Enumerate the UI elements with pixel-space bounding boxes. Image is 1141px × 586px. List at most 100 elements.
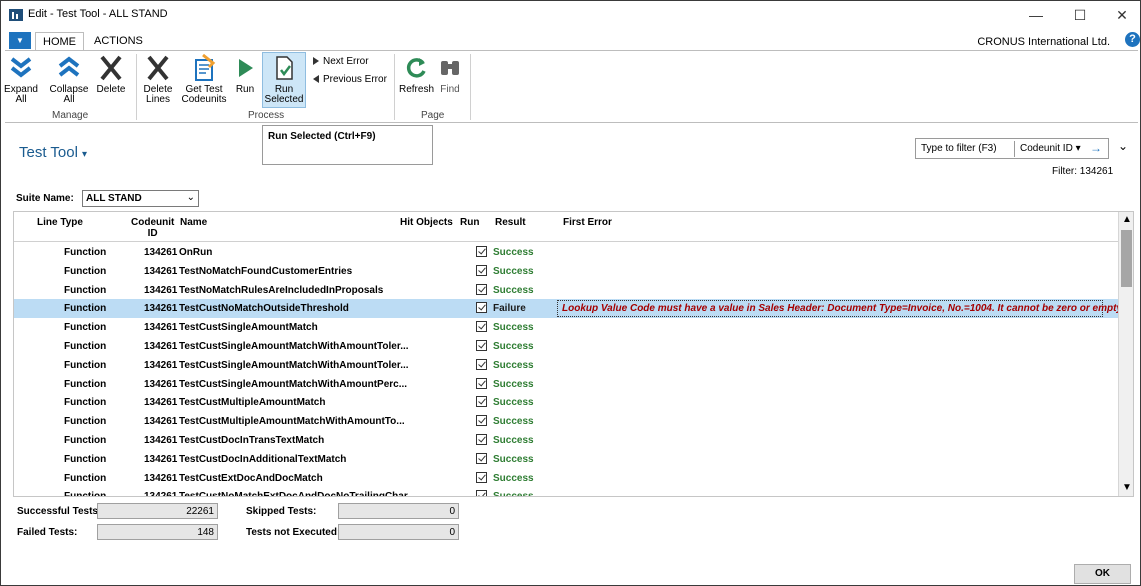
- table-row[interactable]: Function 134261 TestCustNoMatchOutsideThre…: [14, 299, 1124, 319]
- table-row[interactable]: Function 134261 TestCustSingleAmountMatchW…: [14, 356, 1118, 375]
- scroll-up-icon[interactable]: ▲: [1122, 214, 1132, 225]
- run-checkbox[interactable]: [476, 452, 487, 464]
- run-checkbox[interactable]: [476, 490, 487, 496]
- run-checkbox[interactable]: [476, 415, 487, 427]
- test-lines-grid: Line Type Codeunit ID Name Hit Objects R…: [13, 211, 1134, 497]
- result-cell: Success: [493, 378, 534, 390]
- result-cell: Success: [493, 453, 534, 465]
- get-test-codeunits-button[interactable]: Get Test Codeunits: [179, 53, 229, 105]
- delete-lines-label: Delete Lines: [143, 84, 173, 105]
- col-name[interactable]: Name: [180, 217, 207, 228]
- find-button[interactable]: Find: [437, 53, 463, 95]
- run-checkbox[interactable]: [476, 340, 487, 351]
- codeunit-id-cell: 134261: [144, 397, 178, 409]
- help-icon[interactable]: ?: [1125, 32, 1140, 47]
- line-type-cell: Function: [64, 472, 107, 484]
- collapse-all-button[interactable]: Collapse All: [49, 53, 89, 105]
- maximize-button[interactable]: ☐: [1065, 5, 1095, 25]
- run-label: Run: [235, 84, 255, 95]
- delete-icon: [100, 55, 122, 81]
- run-button[interactable]: Run: [231, 53, 259, 95]
- get-test-codeunits-label: Get Test Codeunits: [181, 84, 227, 105]
- filter-field-select[interactable]: Codeunit ID ▾: [1020, 143, 1081, 154]
- company-name: CRONUS International Ltd.: [977, 36, 1110, 48]
- apply-filter-arrow-icon[interactable]: →: [1090, 141, 1102, 155]
- codeunit-id-cell: 134261: [144, 378, 178, 390]
- scroll-thumb[interactable]: [1121, 230, 1132, 287]
- run-icon: [239, 59, 253, 77]
- run-checkbox[interactable]: [476, 321, 487, 333]
- result-cell: Success: [493, 435, 534, 446]
- codeunit-id-cell: 134261: [144, 341, 178, 352]
- table-row[interactable]: Function 134261 TestNoMatchRulesAreInclude…: [14, 281, 1118, 300]
- ok-button[interactable]: OK: [1074, 564, 1131, 584]
- collapse-factbox-chevron-icon[interactable]: ⌄: [1118, 139, 1128, 153]
- col-result[interactable]: Result: [495, 217, 526, 228]
- run-checkbox[interactable]: [476, 377, 487, 389]
- table-row[interactable]: Function 134261 TestCustMultipleAmountMatc…: [14, 412, 1118, 431]
- expand-all-button[interactable]: Expand All: [3, 53, 39, 105]
- run-selected-button[interactable]: Run Selected: [262, 52, 306, 108]
- col-first-error[interactable]: First Error: [563, 217, 612, 228]
- next-error-button[interactable]: Next Error: [313, 56, 369, 67]
- run-checkbox[interactable]: [476, 434, 487, 445]
- run-checkbox[interactable]: [476, 396, 487, 408]
- filter-input[interactable]: Type to filter (F3): [921, 143, 997, 154]
- previous-error-button[interactable]: Previous Error: [313, 74, 387, 85]
- find-label: Find: [440, 84, 460, 95]
- table-row[interactable]: Function 134261 TestCustDocInAdditionalTex…: [14, 450, 1118, 469]
- app-icon: [9, 9, 23, 21]
- previous-arrow-icon: [313, 75, 319, 84]
- next-error-label: Next Error: [323, 56, 369, 67]
- table-row[interactable]: Function 134261 TestCustNoMatchExtDocAndDo…: [14, 487, 1118, 497]
- codeunit-id-cell: 134261: [144, 247, 178, 258]
- tab-actions[interactable]: ACTIONS: [87, 32, 150, 51]
- line-type-cell: Function: [64, 378, 107, 390]
- scroll-down-icon[interactable]: ▼: [1122, 482, 1132, 493]
- app-menu-button[interactable]: ▼: [9, 32, 31, 49]
- table-row[interactable]: Function 134261 TestCustSingleAmountMatchW…: [14, 337, 1118, 356]
- codeunit-id-cell: 134261: [144, 359, 178, 371]
- col-hit-objects[interactable]: Hit Objects: [400, 217, 453, 228]
- name-cell: TestNoMatchFoundCustomerEntries: [179, 265, 353, 277]
- line-type-cell: Function: [64, 416, 107, 428]
- delete-button[interactable]: Delete: [93, 53, 129, 95]
- table-row[interactable]: Function 134261 TestCustExtDocAndDocMatch S…: [14, 469, 1118, 488]
- table-row[interactable]: Function 134261 TestCustMultipleAmountMatc…: [14, 393, 1118, 412]
- minimize-button[interactable]: —: [1021, 5, 1051, 25]
- suite-name-select[interactable]: ALL STAND ⌄: [82, 190, 199, 207]
- col-run[interactable]: Run: [460, 217, 479, 228]
- result-cell: Success: [493, 265, 534, 277]
- refresh-button[interactable]: Refresh: [399, 53, 434, 95]
- col-line-type[interactable]: Line Type: [37, 217, 83, 228]
- run-checkbox[interactable]: [476, 471, 487, 483]
- name-cell: TestCustSingleAmountMatchWithAmountToler…: [179, 341, 409, 352]
- table-row[interactable]: Function 134261 TestCustSingleAmountMatch S…: [14, 318, 1118, 337]
- close-button[interactable]: ✕: [1107, 5, 1137, 25]
- run-checkbox[interactable]: [476, 358, 487, 370]
- name-cell: TestCustNoMatchExtDocAndDocNoTrailingCha…: [179, 491, 408, 497]
- page-title-text: Test Tool: [19, 144, 78, 161]
- ribbon-separator: [394, 54, 395, 120]
- name-cell: TestCustDocInTransTextMatch: [179, 435, 325, 446]
- vertical-scrollbar[interactable]: ▲ ▼: [1118, 212, 1133, 496]
- table-row[interactable]: Function 134261 TestCustSingleAmountMatchW…: [14, 375, 1118, 394]
- run-checkbox[interactable]: [476, 283, 487, 295]
- page-title[interactable]: Test Tool ▾: [19, 144, 87, 161]
- run-checkbox[interactable]: [476, 246, 487, 257]
- table-row[interactable]: Function 134261 TestCustDocInTransTextMatc…: [14, 431, 1118, 450]
- suite-name-value: ALL STAND: [86, 193, 142, 204]
- codeunit-id-cell: 134261: [144, 322, 178, 334]
- line-type-cell: Function: [64, 453, 107, 465]
- run-checkbox[interactable]: [476, 302, 487, 314]
- run-checkbox[interactable]: [476, 264, 487, 276]
- table-row[interactable]: Function 134261 OnRun Success: [14, 243, 1118, 262]
- table-row[interactable]: Function 134261 TestNoMatchFoundCustomerEn…: [14, 262, 1118, 281]
- tab-home[interactable]: HOME: [35, 32, 84, 51]
- line-type-cell: Function: [64, 397, 107, 409]
- delete-lines-button[interactable]: Delete Lines: [141, 53, 175, 105]
- result-cell: Success: [493, 397, 534, 409]
- tests-not-executed-label: Tests not Executed:: [246, 527, 341, 538]
- col-codeunit-id[interactable]: Codeunit ID: [131, 217, 174, 239]
- line-type-cell: Function: [64, 303, 107, 315]
